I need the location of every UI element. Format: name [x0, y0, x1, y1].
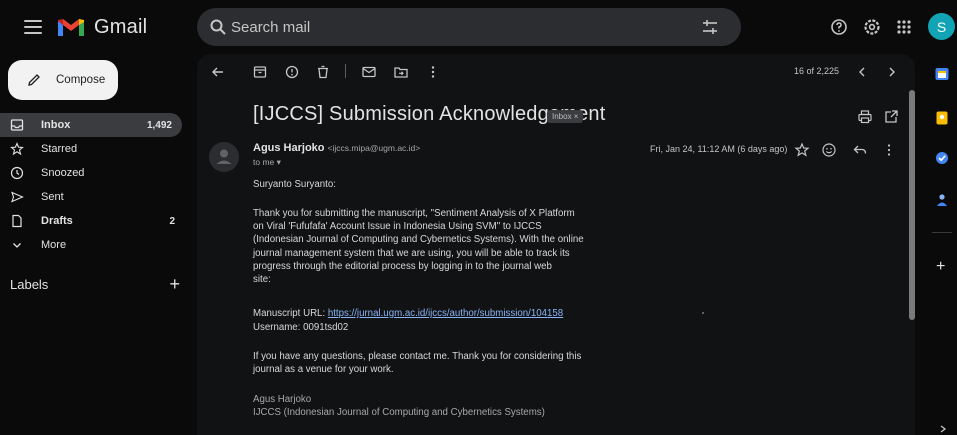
nav-label: Drafts — [41, 215, 73, 227]
reply-icon[interactable] — [852, 142, 868, 158]
file-icon — [12, 214, 22, 228]
search-icon[interactable] — [209, 18, 227, 36]
nav-item-snoozed[interactable]: Snoozed — [0, 161, 185, 185]
email-panel: 16 of 2,225 [IJCCS] Submission Acknowled… — [197, 54, 915, 435]
help-icon[interactable] — [830, 18, 848, 36]
sender-name[interactable]: Agus Harjoko — [253, 142, 325, 154]
open-new-window-icon[interactable] — [883, 109, 899, 125]
contacts-icon[interactable] — [934, 192, 950, 208]
nav-item-starred[interactable]: Starred — [0, 137, 185, 161]
gmail-m-icon — [58, 19, 84, 36]
compose-button[interactable]: Compose — [8, 60, 118, 100]
account-avatar[interactable]: S — [928, 13, 955, 40]
gmail-logo[interactable]: Gmail — [56, 14, 147, 40]
star-icon[interactable] — [794, 142, 810, 158]
nav-count: 2 — [169, 215, 175, 227]
left-nav: Inbox 1,492 Starred Snoozed Sent Drafts … — [0, 113, 185, 257]
inbox-icon — [10, 119, 24, 131]
nav-item-sent[interactable]: Sent — [0, 185, 185, 209]
keep-icon[interactable] — [934, 110, 950, 126]
filter-options-icon[interactable] — [701, 18, 719, 36]
sender-avatar[interactable] — [209, 142, 239, 172]
app-title: Gmail — [94, 15, 148, 38]
scrollbar-thumb[interactable] — [909, 90, 915, 320]
labels-section: Labels + — [10, 274, 182, 296]
nav-label: Sent — [41, 191, 64, 203]
move-to-icon[interactable] — [393, 64, 409, 80]
tasks-icon[interactable] — [934, 150, 950, 166]
nav-count: 1,492 — [146, 119, 172, 131]
compose-label: Compose — [56, 74, 106, 86]
search-bar[interactable] — [197, 8, 741, 46]
manuscript-url-line: Manuscript URL: https://jurnal.ugm.ac.id… — [253, 307, 673, 320]
nav-label: More — [41, 239, 67, 251]
email-paragraph-1: Thank you for submitting the manuscript,… — [253, 207, 613, 286]
chevron-down-icon — [13, 243, 21, 248]
send-icon — [11, 191, 24, 203]
nav-label: Inbox — [41, 119, 71, 131]
body-line: journal management system that we are us… — [253, 247, 570, 259]
body-line: (Indonesian Journal of Computing and Cyb… — [253, 234, 584, 246]
newer-chevron-icon[interactable] — [854, 64, 870, 80]
top-bar: Gmail S — [0, 0, 957, 54]
back-arrow-icon[interactable] — [210, 64, 226, 80]
email-paragraph-2: If you have any questions, please contac… — [253, 350, 613, 376]
toolbar-divider — [345, 64, 346, 78]
clock-icon — [10, 166, 24, 180]
main-menu-icon[interactable] — [24, 20, 42, 34]
sender-line: Agus Harjoko <ijccs.mipa@ugm.ac.id> — [253, 142, 420, 154]
emoji-reaction-icon[interactable] — [821, 142, 837, 158]
body-line: progress through the editorial process b… — [253, 260, 552, 272]
search-input[interactable] — [231, 17, 651, 37]
person-icon — [216, 149, 232, 164]
mark-unread-icon[interactable] — [361, 64, 377, 80]
stray-dot — [702, 312, 704, 314]
older-chevron-icon[interactable] — [884, 64, 900, 80]
nav-item-inbox[interactable]: Inbox 1,492 — [0, 113, 182, 137]
body-line: journal as a venue for your work. — [253, 364, 394, 376]
email-toolbar: 16 of 2,225 — [197, 54, 915, 90]
username-line: Username: 0091tsd02 — [253, 322, 349, 333]
nav-label: Snoozed — [41, 167, 85, 179]
recipient-dropdown[interactable]: to me ▾ — [253, 157, 281, 168]
print-icon[interactable] — [857, 109, 873, 125]
email-date: Fri, Jan 24, 11:12 AM (6 days ago) — [650, 144, 788, 154]
add-label-button[interactable]: + — [169, 274, 180, 295]
nav-item-drafts[interactable]: Drafts 2 — [0, 209, 185, 233]
side-panel-toggle-icon[interactable] — [938, 424, 948, 434]
apps-grid-icon[interactable] — [895, 18, 913, 36]
signature-line: Agus Harjoko — [253, 394, 312, 405]
nav-label: Starred — [41, 143, 78, 155]
star-icon — [10, 142, 24, 156]
signature-line: IJCCS (Indonesian Journal of Computing a… — [253, 407, 545, 419]
side-panel-divider — [932, 232, 952, 233]
body-line: on Viral 'Fufufafa' Account Issue in Ind… — [253, 221, 542, 233]
message-count: 16 of 2,225 — [794, 66, 840, 76]
more-vertical-icon[interactable] — [425, 64, 441, 80]
message-more-icon[interactable] — [881, 142, 897, 158]
email-signature: Agus Harjoko IJCCS (Indonesian Journal o… — [253, 393, 613, 419]
body-line: Thank you for submitting the manuscript,… — [253, 208, 575, 219]
calendar-icon[interactable] — [934, 66, 950, 82]
body-line: If you have any questions, please contac… — [253, 351, 582, 362]
inbox-label-badge[interactable]: Inbox × — [547, 110, 584, 123]
labels-title: Labels — [10, 277, 49, 292]
nav-item-more[interactable]: More — [0, 233, 185, 257]
manuscript-url-label: Manuscript URL: — [253, 308, 328, 319]
body-line: site: — [253, 274, 271, 286]
report-spam-icon[interactable] — [284, 64, 300, 80]
email-greeting: Suryanto Suryanto: — [253, 179, 336, 190]
sender-email: <ijccs.mipa@ugm.ac.id> — [327, 143, 421, 153]
settings-icon[interactable] — [863, 18, 881, 36]
manuscript-url-link[interactable]: https://jurnal.ugm.ac.id/ijccs/author/su… — [328, 308, 563, 319]
delete-icon[interactable] — [315, 64, 331, 80]
get-add-ons-button[interactable]: + — [936, 258, 945, 276]
archive-icon[interactable] — [252, 64, 268, 80]
pencil-icon — [28, 74, 40, 86]
